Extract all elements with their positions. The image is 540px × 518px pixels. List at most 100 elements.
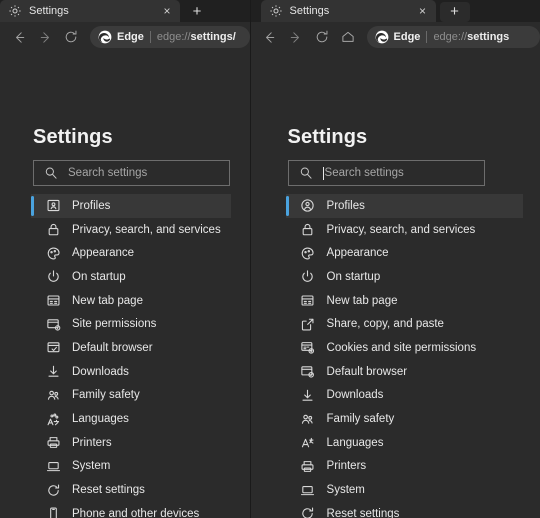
sidebar-item-new-tab-page[interactable]: New tab page — [31, 289, 231, 313]
languages-a-icon — [300, 435, 316, 451]
sidebar-item-privacy-search-and-services[interactable]: Privacy, search, and services — [31, 218, 231, 242]
left-toolbar: Edge edge://settings/ — [0, 22, 250, 52]
refresh-icon[interactable] — [58, 24, 84, 50]
sidebar-item-printers[interactable]: Printers — [31, 431, 231, 455]
right-settings-page: Settings Search settings Profiles Privacy… — [250, 52, 540, 518]
download-arrow-icon — [45, 364, 61, 380]
sidebar-item-family-safety[interactable]: Family safety — [31, 384, 231, 408]
sidebar-item-label: System — [72, 460, 111, 473]
omnibox-separator — [149, 31, 151, 43]
lock-icon — [45, 222, 61, 238]
right-toolbar: Edge edge://settings — [250, 22, 540, 52]
sidebar-item-label: Profiles — [72, 199, 111, 212]
search-settings-input[interactable]: Search settings — [287, 160, 485, 186]
sidebar-item-label: New tab page — [72, 294, 143, 307]
sidebar-item-privacy-search-and-services[interactable]: Privacy, search, and services — [286, 218, 523, 242]
new-tab-button[interactable]: + — [182, 2, 212, 22]
sidebar-item-label: Family safety — [326, 413, 395, 426]
sidebar-item-label: Default browser — [326, 365, 408, 378]
sidebar-item-phone-and-other-devices[interactable]: Phone and other devices — [31, 502, 231, 518]
url-path: settings — [467, 31, 510, 43]
sidebar-item-languages[interactable]: Languages — [31, 407, 231, 431]
edge-logo-icon — [98, 30, 112, 44]
sidebar-item-reset-settings[interactable]: Reset settings — [286, 502, 523, 518]
omnibox-url: edge://settings — [433, 31, 509, 43]
tab-settings[interactable]: Settings × — [0, 0, 180, 22]
right-browser-window: Settings × + Edge edge://settings Settin… — [249, 0, 540, 518]
profile-avatar-icon — [300, 198, 316, 214]
sidebar-item-label: Profiles — [326, 199, 365, 212]
home-icon[interactable] — [335, 24, 361, 50]
languages-icon — [45, 411, 61, 427]
sidebar-item-label: Reset settings — [72, 484, 145, 497]
printer-icon — [300, 458, 316, 474]
sidebar-item-appearance[interactable]: Appearance — [31, 241, 231, 265]
sidebar-item-appearance[interactable]: Appearance — [286, 241, 523, 265]
sidebar-item-label: Printers — [72, 436, 112, 449]
sidebar-item-label: Reset settings — [326, 507, 400, 518]
edge-logo-icon — [375, 30, 389, 44]
sidebar-item-site-permissions[interactable]: Site permissions — [31, 312, 231, 336]
left-tab-strip: Settings × + — [0, 0, 250, 22]
refresh-icon[interactable] — [309, 24, 335, 50]
sidebar-item-label: Cookies and site permissions — [326, 341, 477, 354]
sidebar-item-cookies-and-site-permissions[interactable]: Cookies and site permissions — [286, 336, 523, 360]
tab-settings[interactable]: Settings × — [260, 0, 436, 22]
url-prefix: edge:// — [433, 31, 468, 43]
address-bar[interactable]: Edge edge://settings/ — [90, 26, 250, 48]
new-tab-page-icon — [45, 293, 61, 309]
sidebar-item-on-startup[interactable]: On startup — [31, 265, 231, 289]
search-placeholder: Search settings — [68, 167, 148, 179]
search-icon — [299, 166, 313, 180]
sidebar-item-default-browser[interactable]: Default browser — [31, 336, 231, 360]
search-placeholder: Search settings — [324, 167, 404, 179]
right-tab-strip: Settings × + — [250, 0, 540, 22]
sidebar-item-family-safety[interactable]: Family safety — [286, 407, 523, 431]
laptop-icon — [45, 458, 61, 474]
sidebar-item-downloads[interactable]: Downloads — [286, 384, 523, 408]
sidebar-item-system[interactable]: System — [286, 478, 523, 502]
left-settings-nav: Profiles Privacy, search, and services App… — [0, 194, 250, 518]
family-people-icon — [45, 387, 61, 403]
close-icon[interactable]: × — [416, 4, 430, 18]
laptop-icon — [300, 482, 316, 498]
forward-arrow-icon[interactable] — [283, 24, 309, 50]
sidebar-item-languages[interactable]: Languages — [286, 431, 523, 455]
power-icon — [45, 269, 61, 285]
sidebar-item-printers[interactable]: Printers — [286, 455, 523, 479]
reset-circular-arrow-icon — [45, 482, 61, 498]
text-cursor — [322, 166, 324, 180]
sidebar-item-label: Appearance — [72, 247, 135, 260]
search-settings-input[interactable]: Search settings — [33, 160, 230, 186]
tab-title: Settings — [29, 5, 69, 17]
sidebar-item-label: Downloads — [72, 365, 129, 378]
selected-indicator — [285, 196, 289, 216]
sidebar-item-profiles[interactable]: Profiles — [31, 194, 231, 218]
sidebar-item-reset-settings[interactable]: Reset settings — [31, 478, 231, 502]
sidebar-item-label: Privacy, search, and services — [326, 223, 476, 236]
sidebar-item-downloads[interactable]: Downloads — [31, 360, 231, 384]
appearance-palette-icon — [45, 245, 61, 261]
sidebar-item-label: Downloads — [326, 389, 384, 402]
sidebar-item-new-tab-page[interactable]: New tab page — [286, 289, 523, 313]
address-bar[interactable]: Edge edge://settings — [366, 26, 540, 48]
share-icon — [300, 316, 316, 332]
power-icon — [300, 269, 316, 285]
sidebar-item-profiles[interactable]: Profiles — [285, 194, 523, 218]
new-tab-button[interactable]: + — [439, 2, 470, 22]
back-arrow-icon[interactable] — [6, 24, 32, 50]
close-icon[interactable]: × — [160, 4, 174, 18]
sidebar-item-label: Phone and other devices — [72, 507, 200, 518]
sidebar-item-label: Default browser — [72, 341, 153, 354]
left-settings-page: Settings Search settings Profiles Privacy… — [0, 52, 250, 518]
sidebar-item-share-copy-and-paste[interactable]: Share, copy, and paste — [286, 312, 523, 336]
sidebar-item-default-browser[interactable]: Default browser — [286, 360, 523, 384]
back-arrow-icon[interactable] — [257, 24, 283, 50]
sidebar-item-system[interactable]: System — [31, 455, 231, 479]
sidebar-item-label: New tab page — [326, 294, 398, 307]
gear-icon — [8, 4, 22, 18]
sidebar-item-on-startup[interactable]: On startup — [286, 265, 523, 289]
forward-arrow-icon[interactable] — [32, 24, 58, 50]
appearance-palette-icon — [300, 245, 316, 261]
new-tab-page-icon — [300, 293, 316, 309]
